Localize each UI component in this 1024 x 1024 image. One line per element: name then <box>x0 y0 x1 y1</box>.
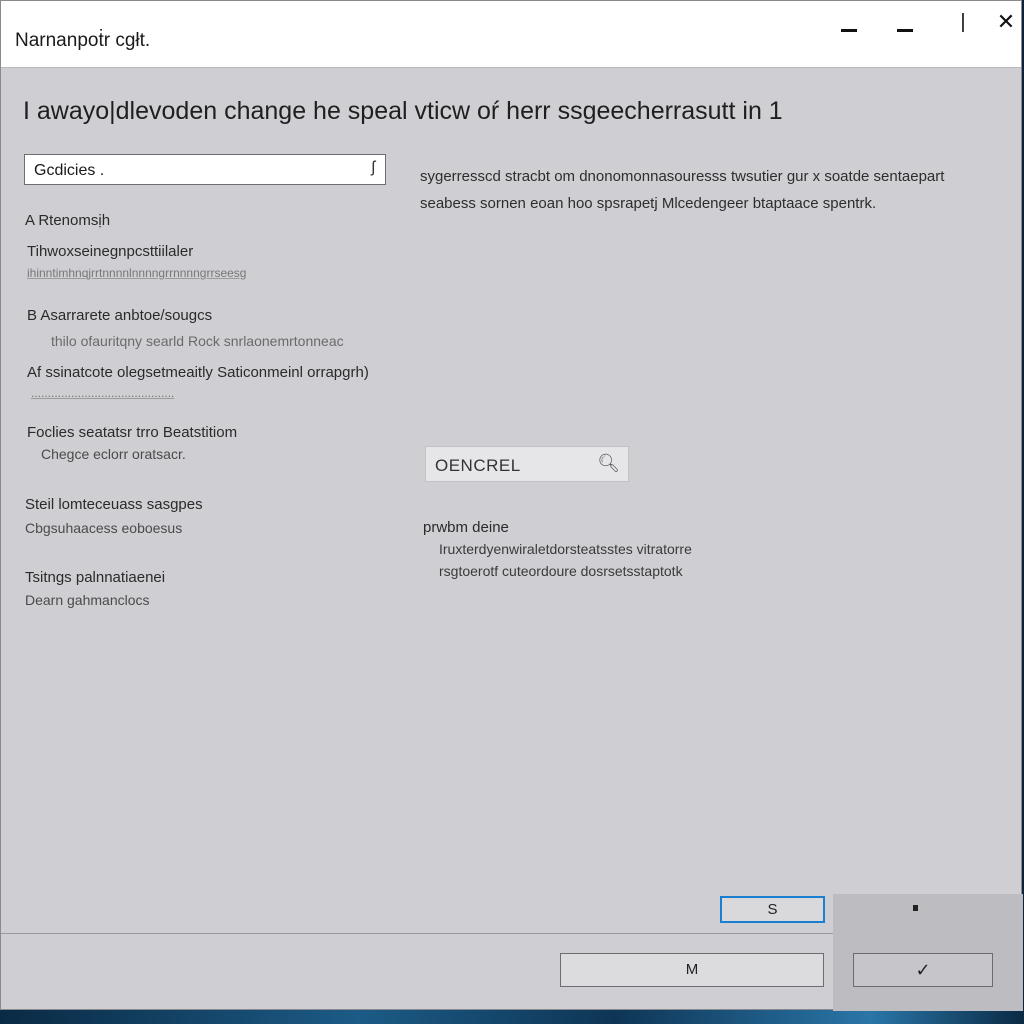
settings-window: Narnanpoṫr cgłt. | ✕ I awayo|dlevoden ch… <box>0 0 1023 1011</box>
minimize-button[interactable] <box>829 7 869 37</box>
option-sublabel: ........................................… <box>31 386 175 400</box>
minimize-secondary-button[interactable] <box>885 7 925 37</box>
category-dropdown[interactable]: Gcdicies . ʃ <box>24 154 386 185</box>
minimize-icon <box>841 28 857 32</box>
info-line: rsgtoerotf cuteordoure dosrsetsstaptotk <box>439 563 683 579</box>
option-label[interactable]: Af ssinatcote olegsetmeaitly Saticonmein… <box>27 364 369 381</box>
option-label[interactable]: Tihwoxseinegnpcsttiilaler <box>27 243 193 260</box>
small-action-button[interactable]: S <box>720 896 825 923</box>
chevron-icon: ʃ <box>371 159 375 176</box>
info-line: Iruxterdyenwiraletdorsteatsstes vitrator… <box>439 541 692 557</box>
close-button[interactable]: ✕ <box>986 7 1024 37</box>
option-sublabel: ihinntimhnqjrrtnnnnlnnnngrrnnnngrrseesg <box>27 266 247 280</box>
option-label[interactable]: Steil lomteceuass sasgpes <box>25 496 203 513</box>
option-label[interactable]: Foclies seatatsr trro Beatstitiom <box>27 424 237 441</box>
search-icon[interactable]: 🔍︎ <box>597 453 620 474</box>
confirm-button[interactable]: ✓ <box>853 953 993 987</box>
option-sublabel: Chegce eclorr oratsacr. <box>41 446 186 462</box>
minimize-icon <box>897 28 913 32</box>
option-sublabel: Dearn gahmanclocs <box>25 592 150 608</box>
option-sublabel: thilo ofauritqny searld Rock snrlaonemrt… <box>51 333 344 349</box>
dropdown-value: Gcdicies . <box>34 162 105 179</box>
option-sublabel: Cbgsuhaacess eoboesus <box>25 520 183 536</box>
title-bar: Narnanpoṫr cgłt. | ✕ <box>1 1 1021 68</box>
page-heading: I awayo|dlevoden change he speal vticw o… <box>23 97 783 125</box>
restore-button[interactable]: | <box>943 7 983 37</box>
panel-marker-icon <box>913 905 918 911</box>
option-label[interactable]: B Asarrarete anbtoe/sougcs <box>27 307 212 324</box>
option-label[interactable]: Tsitngs palnnatiaenei <box>25 569 165 586</box>
cancel-search-field[interactable]: OENCREL 🔍︎ <box>425 446 629 482</box>
option-label[interactable]: A Rtenomsịh <box>25 212 110 229</box>
secondary-button[interactable]: M <box>560 953 824 987</box>
description-text: sygerresscd stracbt om dnonomonnasouress… <box>420 168 945 212</box>
cancel-field-label: OENCREL <box>435 456 521 475</box>
footer-divider <box>1 933 833 934</box>
info-title: prwbm deine <box>423 519 509 536</box>
window-title: Narnanpoṫr cgłt. <box>15 30 151 51</box>
